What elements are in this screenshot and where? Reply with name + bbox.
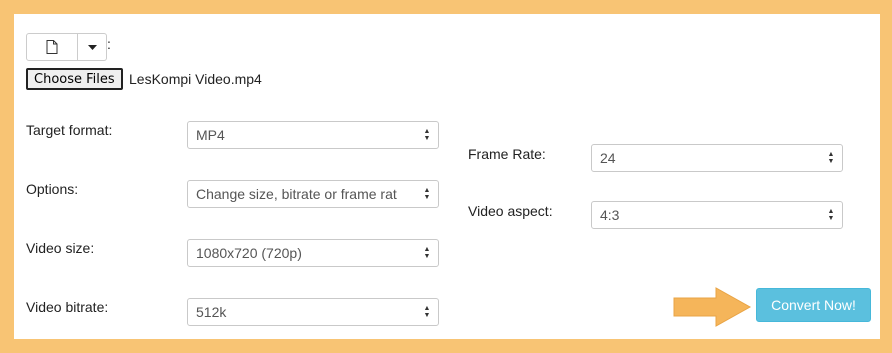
select-arrows-icon: ▲ ▼ [423, 128, 431, 142]
video-size-label: Video size: [26, 240, 95, 256]
caret-down-icon [87, 44, 97, 50]
video-bitrate-value: 512k [196, 304, 227, 320]
select-arrows-icon: ▲ ▼ [423, 305, 431, 319]
video-aspect-label: Video aspect: [468, 203, 553, 219]
convert-now-button[interactable]: Convert Now! [756, 288, 871, 322]
options-select[interactable]: Change size, bitrate or frame rat ▲ ▼ [187, 180, 439, 208]
selected-file-name: LesKompi Video.mp4 [129, 71, 262, 87]
converter-panel: : Choose Files LesKompi Video.mp4 Target… [14, 14, 880, 339]
video-size-select[interactable]: 1080x720 (720p) ▲ ▼ [187, 239, 439, 267]
options-label: Options: [26, 181, 79, 197]
file-source-button[interactable] [26, 33, 78, 61]
target-format-label: Target format: [26, 122, 113, 138]
select-arrows-icon: ▲ ▼ [423, 187, 431, 201]
target-format-value: MP4 [196, 127, 225, 143]
arrow-right-icon [673, 287, 752, 327]
file-icon [46, 40, 58, 54]
select-arrows-icon: ▲ ▼ [827, 151, 835, 165]
frame-rate-select[interactable]: 24 ▲ ▼ [591, 144, 843, 172]
frame-rate-value: 24 [600, 150, 616, 166]
target-format-select[interactable]: MP4 ▲ ▼ [187, 121, 439, 149]
choose-files-button[interactable]: Choose Files [26, 68, 123, 90]
video-aspect-value: 4:3 [600, 207, 620, 223]
file-source-dropdown-button[interactable] [78, 33, 107, 61]
video-bitrate-select[interactable]: 512k ▲ ▼ [187, 298, 439, 326]
file-source-colon: : [107, 36, 111, 52]
video-size-value: 1080x720 (720p) [196, 245, 302, 261]
file-source-group [26, 33, 107, 61]
select-arrows-icon: ▲ ▼ [827, 208, 835, 222]
frame-rate-label: Frame Rate: [468, 146, 546, 162]
select-arrows-icon: ▲ ▼ [423, 246, 431, 260]
video-bitrate-label: Video bitrate: [26, 299, 109, 315]
options-value: Change size, bitrate or frame rat [196, 186, 397, 202]
video-aspect-select[interactable]: 4:3 ▲ ▼ [591, 201, 843, 229]
